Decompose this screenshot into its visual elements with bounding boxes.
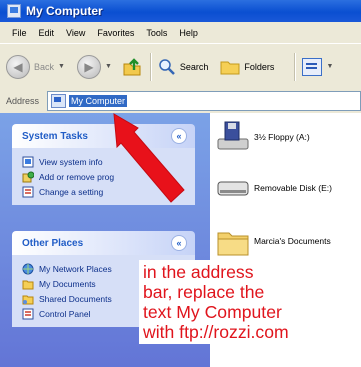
- annotation-line: text My Computer: [143, 302, 282, 322]
- title-bar: My Computer: [0, 0, 361, 22]
- window-title: My Computer: [26, 4, 103, 18]
- control-panel-icon: [22, 186, 34, 197]
- drive-label: 3½ Floppy (A:): [254, 132, 310, 142]
- place-label: Shared Documents: [39, 293, 112, 304]
- menu-favorites[interactable]: Favorites: [91, 28, 140, 38]
- system-tasks-body: View system info Add or remove prog Chan…: [12, 148, 195, 205]
- folder-icon: [217, 232, 249, 256]
- drive-removable[interactable]: Removable Disk (E:): [216, 175, 332, 201]
- views-icon: [302, 57, 323, 76]
- back-label: Back: [34, 61, 55, 72]
- control-panel-icon: [22, 308, 34, 319]
- search-button[interactable]: Search: [158, 58, 209, 76]
- folder-marcias-documents[interactable]: Marcia's Documents: [216, 225, 331, 257]
- add-remove-programs-icon: [22, 171, 34, 182]
- place-label: My Network Places: [39, 263, 112, 274]
- shared-folder-icon: [22, 295, 34, 304]
- address-field[interactable]: My Computer: [47, 91, 361, 111]
- menu-view[interactable]: View: [60, 28, 91, 38]
- task-change-setting[interactable]: Change a setting: [22, 184, 187, 199]
- views-button[interactable]: ▼: [302, 57, 333, 76]
- task-view-system-info[interactable]: View system info: [22, 154, 187, 169]
- folder-up-icon: [123, 57, 141, 75]
- computer-icon: [51, 94, 67, 108]
- forward-button[interactable]: ▶ ▼: [76, 54, 112, 79]
- other-places-title: Other Places: [22, 237, 84, 249]
- folders-button[interactable]: Folders: [220, 59, 274, 75]
- computer-icon: [7, 4, 21, 18]
- place-label: Control Panel: [39, 308, 91, 319]
- chevron-down-icon[interactable]: ▼: [326, 63, 333, 70]
- folder-label: Marcia's Documents: [254, 236, 331, 246]
- search-label: Search: [179, 61, 209, 72]
- forward-arrow-icon: ▶: [76, 54, 101, 79]
- address-input-text[interactable]: My Computer: [69, 95, 128, 107]
- system-tasks-title: System Tasks: [22, 130, 88, 142]
- menu-file[interactable]: File: [0, 28, 33, 38]
- back-arrow-icon: ◀: [6, 54, 30, 79]
- collapse-icon[interactable]: «: [171, 235, 187, 251]
- folders-label: Folders: [244, 61, 275, 72]
- network-icon: [22, 263, 34, 274]
- annotation-line: bar, replace the: [143, 282, 265, 302]
- task-label: Add or remove prog: [39, 171, 115, 182]
- floppy-drive-icon: [217, 121, 249, 150]
- menu-bar: File Edit View Favorites Tools Help: [0, 22, 361, 43]
- magnifier-icon: [159, 58, 175, 75]
- menu-help[interactable]: Help: [173, 28, 204, 38]
- system-tasks-header[interactable]: System Tasks «: [12, 124, 195, 148]
- folder-icon: [22, 280, 34, 289]
- menu-tools[interactable]: Tools: [140, 28, 173, 38]
- task-label: View system info: [39, 156, 103, 167]
- address-label: Address: [6, 96, 40, 106]
- task-add-remove-programs[interactable]: Add or remove prog: [22, 169, 187, 184]
- address-bar: Address My Computer: [0, 89, 361, 113]
- drive-floppy[interactable]: 3½ Floppy (A:): [216, 121, 310, 153]
- folder-icon: [220, 61, 240, 74]
- chevron-down-icon[interactable]: ▼: [58, 63, 65, 70]
- task-label: Change a setting: [39, 186, 104, 197]
- instruction-annotation: in the address bar, replace the text My …: [139, 260, 361, 344]
- annotation-line: in the address: [143, 262, 254, 282]
- annotation-line: with ftp://rozzi.com: [143, 322, 289, 342]
- toolbar-separator: [294, 52, 297, 81]
- toolbar-separator: [149, 52, 152, 81]
- toolbar: ◀ Back ▼ ▶ ▼ Search Folders ▼: [0, 43, 361, 90]
- up-folder-button[interactable]: [122, 57, 142, 77]
- system-info-icon: [22, 156, 34, 167]
- place-label: My Documents: [39, 278, 96, 289]
- back-button[interactable]: ◀ Back ▼: [6, 54, 65, 79]
- chevron-down-icon[interactable]: ▼: [105, 63, 112, 70]
- drive-label: Removable Disk (E:): [254, 183, 332, 193]
- removable-disk-icon: [217, 181, 249, 196]
- collapse-icon[interactable]: «: [171, 128, 187, 144]
- system-tasks-panel: System Tasks « View system info Add or r…: [12, 124, 195, 205]
- menu-edit[interactable]: Edit: [33, 28, 61, 38]
- other-places-header[interactable]: Other Places «: [12, 231, 195, 255]
